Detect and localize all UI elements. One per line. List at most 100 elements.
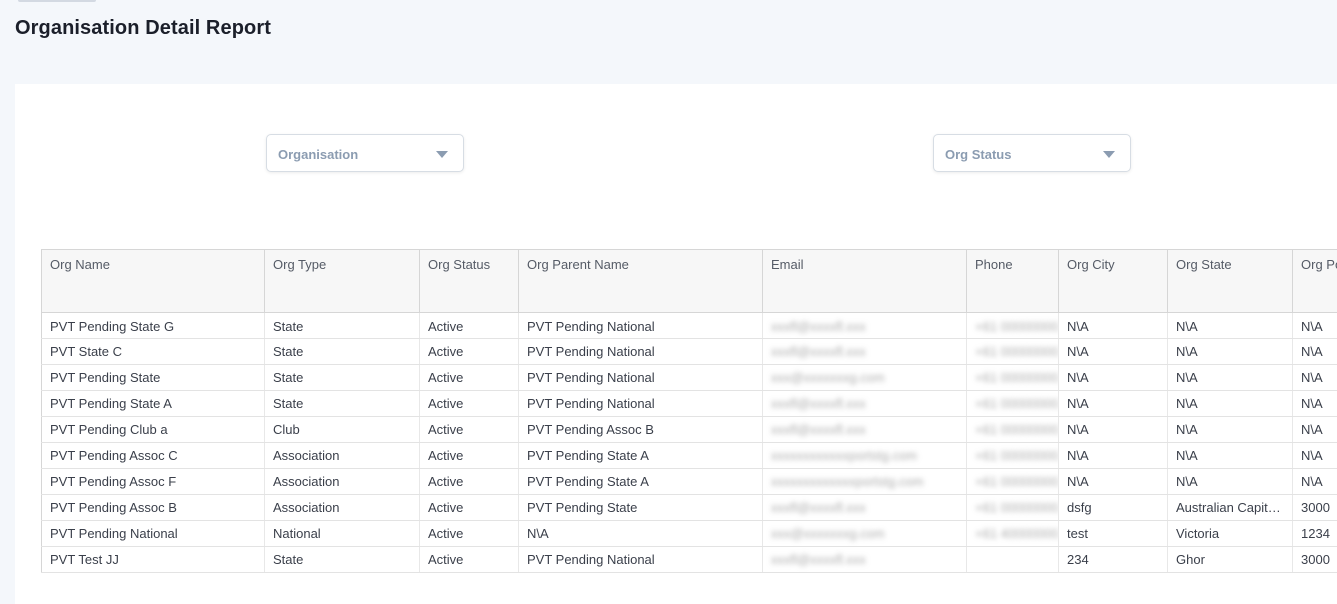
cell-org-city: test [1059,521,1168,547]
cell-org-city-value: N\A [1067,396,1089,411]
cell-org-postcode: N\A [1293,365,1337,391]
cell-org-name: PVT Test JJ [42,547,265,573]
organisation-filter-label: Organisation [278,147,358,162]
column-header-org-city[interactable]: Org City [1059,250,1168,313]
cell-org-postcode: 1234 [1293,521,1337,547]
org-status-filter-label: Org Status [945,147,1011,162]
cell-org-postcode-value: N\A [1301,319,1323,334]
cell-org-status-value: Active [428,448,463,463]
cell-org-parent-name-value: N\A [527,526,549,541]
column-header-org-type[interactable]: Org Type [265,250,420,313]
cell-org-type: Association [265,443,420,469]
cell-org-city-value: 234 [1067,552,1089,567]
cell-org-state: N\A [1168,417,1293,443]
cell-email: xxxfl@xxxxfl.xxx [763,495,967,521]
cell-phone-value: +61 00000000 [975,370,1059,385]
cell-org-status-value: Active [428,370,463,385]
cell-org-state: Victoria [1168,521,1293,547]
cell-email: xxxfl@xxxxfl.xxx [763,547,967,573]
cell-org-type-value: National [273,526,321,541]
chevron-down-icon [1103,151,1115,158]
cell-phone: +61 40000000 [967,521,1059,547]
cell-org-type-value: State [273,552,303,567]
cell-org-city: N\A [1059,443,1168,469]
table-row[interactable]: PVT Pending State GStateActivePVT Pendin… [42,313,1337,339]
cell-org-city-value: N\A [1067,422,1089,437]
cell-email-value: xxxfl@xxxxfl.xxx [771,552,866,567]
cell-org-name: PVT Pending Assoc B [42,495,265,521]
cell-email-value: xxx@xxxxxxxg.com [771,370,885,385]
column-header-org-status[interactable]: Org Status [420,250,519,313]
table-header-row: Org Name Org Type Org Status Org Parent … [42,250,1337,313]
column-header-org-name[interactable]: Org Name [42,250,265,313]
column-header-phone[interactable]: Phone [967,250,1059,313]
cell-org-postcode: N\A [1293,391,1337,417]
cell-email-value: xxxxxxxxxxxxxportstg.com [771,474,923,489]
cell-org-type: Association [265,495,420,521]
cell-org-state: N\A [1168,443,1293,469]
table-row[interactable]: PVT Test JJStateActivePVT Pending Nation… [42,547,1337,573]
cell-org-type-value: Association [273,474,339,489]
cell-org-type-value: State [273,370,303,385]
cell-org-state-value: N\A [1176,370,1198,385]
cell-org-parent-name: PVT Pending State A [519,469,763,495]
org-status-filter-dropdown[interactable]: Org Status [933,134,1131,172]
cell-phone: +61 00000000 [967,495,1059,521]
cell-org-type: State [265,365,420,391]
cell-org-name: PVT Pending State A [42,391,265,417]
cell-email: xxx@xxxxxxxg.com [763,365,967,391]
cell-org-city-value: N\A [1067,448,1089,463]
cell-org-parent-name: N\A [519,521,763,547]
cell-org-type: State [265,313,420,339]
cell-org-postcode-value: N\A [1301,396,1323,411]
cell-org-type: State [265,391,420,417]
cell-org-state-value: Australian Capital Territory [1176,500,1293,515]
cell-org-state-value: N\A [1176,448,1198,463]
cell-org-city-value: N\A [1067,474,1089,489]
cell-phone [967,547,1059,573]
table-row[interactable]: PVT Pending State AStateActivePVT Pendin… [42,391,1337,417]
cell-email-value: xxx@xxxxxxxg.com [771,526,885,541]
cell-org-status: Active [420,495,519,521]
column-header-org-postcode[interactable]: Org Po [1293,250,1337,313]
cell-org-parent-name: PVT Pending State A [519,443,763,469]
cell-org-status: Active [420,313,519,339]
cell-org-state-value: N\A [1176,319,1198,334]
cell-org-name: PVT Pending Assoc F [42,469,265,495]
cell-org-name-value: PVT Pending State [50,370,160,385]
cell-org-postcode: N\A [1293,469,1337,495]
table-row[interactable]: PVT Pending Assoc BAssociationActivePVT … [42,495,1337,521]
cell-email: xxxfl@xxxxfl.xxx [763,417,967,443]
table-row[interactable]: PVT Pending Club aClubActivePVT Pending … [42,417,1337,443]
cell-phone-value: +61 00000000 [975,448,1059,463]
cell-phone-value: +61 00000000 [975,396,1059,411]
column-header-org-parent-name[interactable]: Org Parent Name [519,250,763,313]
cell-org-name: PVT State C [42,339,265,365]
cell-org-type-value: Association [273,448,339,463]
table-row[interactable]: PVT Pending Assoc CAssociationActivePVT … [42,443,1337,469]
cell-org-name: PVT Pending Club a [42,417,265,443]
cell-email: xxxfl@xxxxfl.xxx [763,313,967,339]
cell-email-value: xxxfl@xxxxfl.xxx [771,396,866,411]
cell-org-name: PVT Pending State [42,365,265,391]
column-header-email[interactable]: Email [763,250,967,313]
table-row[interactable]: PVT Pending StateStateActivePVT Pending … [42,365,1337,391]
column-header-org-state[interactable]: Org State [1168,250,1293,313]
cell-org-postcode: N\A [1293,313,1337,339]
cell-org-city: N\A [1059,391,1168,417]
table-row[interactable]: PVT State CStateActivePVT Pending Nation… [42,339,1337,365]
cell-org-state-value: N\A [1176,474,1198,489]
cell-org-parent-name: PVT Pending Assoc B [519,417,763,443]
cell-org-status: Active [420,521,519,547]
report-table-container[interactable]: Org Name Org Type Org Status Org Parent … [41,249,1337,589]
cell-org-name: PVT Pending State G [42,313,265,339]
cell-org-city: N\A [1059,313,1168,339]
cell-org-postcode-value: N\A [1301,448,1323,463]
organisation-filter-dropdown[interactable]: Organisation [266,134,464,172]
cell-org-postcode: N\A [1293,417,1337,443]
cell-org-type: Association [265,469,420,495]
cell-org-type: National [265,521,420,547]
table-row[interactable]: PVT Pending Assoc FAssociationActivePVT … [42,469,1337,495]
table-row[interactable]: PVT Pending NationalNationalActiveN\Axxx… [42,521,1337,547]
cell-org-parent-name: PVT Pending National [519,339,763,365]
